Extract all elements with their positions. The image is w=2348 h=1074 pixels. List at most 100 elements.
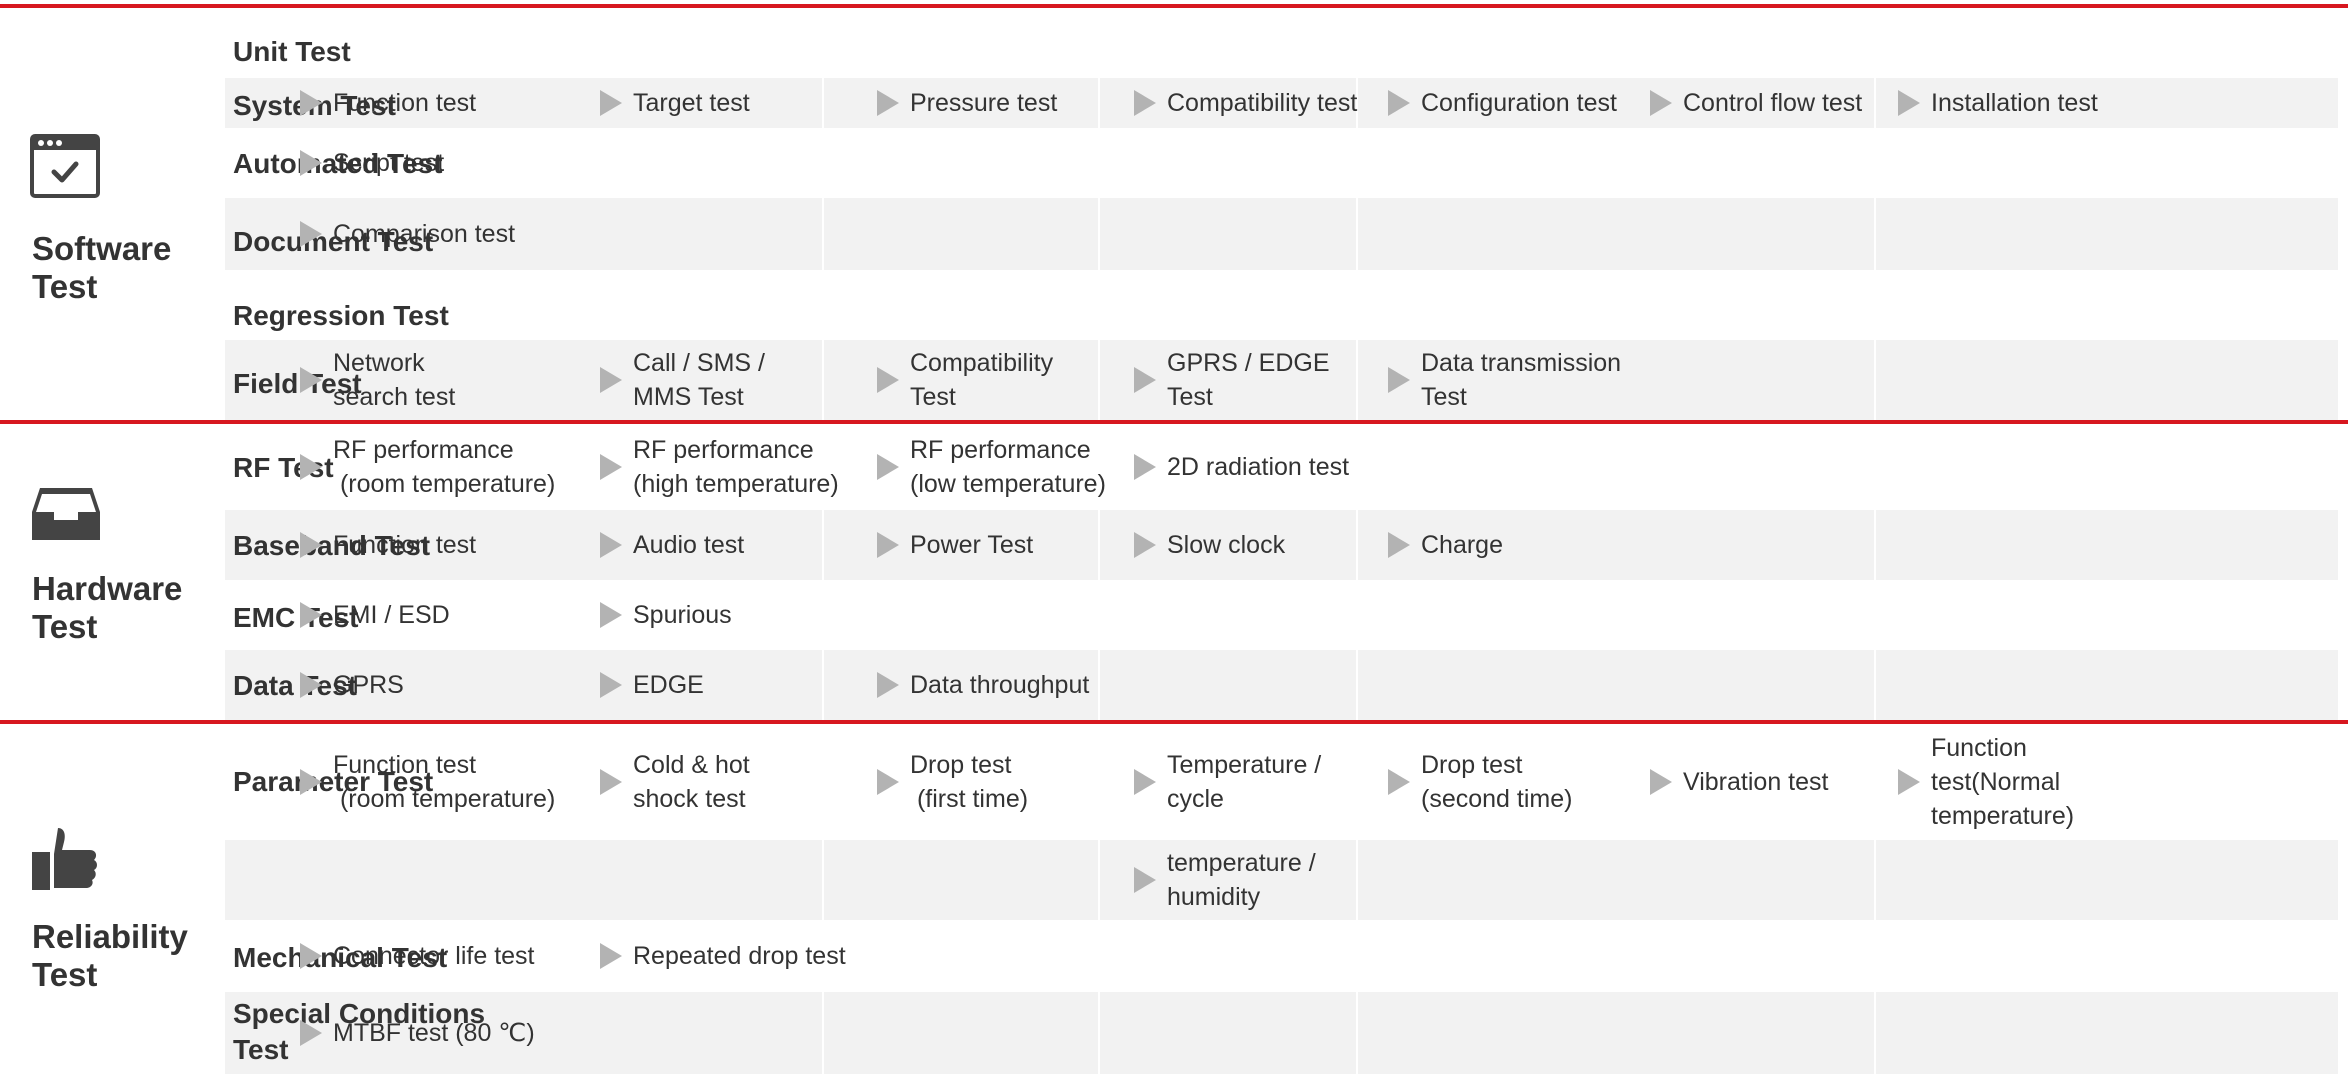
triangle-bullet-icon [300,943,322,969]
triangle-bullet-icon [1388,532,1410,558]
test-item-label: Script test [333,149,445,177]
triangle-bullet-icon [600,672,622,698]
triangle-bullet-icon [300,221,322,247]
triangle-bullet-icon [600,769,622,795]
table-row: Data Test GPRS EDGE Data throughput [225,650,2338,720]
triangle-bullet-icon [300,454,322,480]
test-item-label: Drop test (first time) [910,751,1029,813]
test-item-label: Repeated drop test [633,942,846,970]
triangle-bullet-icon [1134,90,1156,116]
column-divider [1356,198,1358,270]
browser-check-icon [30,134,100,203]
triangle-bullet-icon [600,602,622,628]
table-row: Document Test Comparison test [225,198,2338,270]
inbox-tray-icon [30,486,102,547]
software-section-title: Software Test [32,230,172,305]
test-item-label: GPRS [333,671,404,699]
triangle-bullet-icon [1388,367,1410,393]
triangle-bullet-icon [600,367,622,393]
thumbs-up-icon [30,824,102,899]
column-divider [1874,650,1876,720]
table-row: Mechanical Test Connector life test Repeat… [225,920,2338,992]
column-divider [1874,992,1876,1074]
column-divider [822,510,824,580]
test-item-label: EDGE [633,671,704,699]
table-row: Field Test Network search test Call / SMS … [225,340,2338,420]
test-item-label: Vibration test [1683,768,1829,796]
test-item-label: Function test(Normal temperature) [1931,734,2075,830]
triangle-bullet-icon [1134,367,1156,393]
triangle-bullet-icon [300,769,322,795]
test-item-label: Network search test [333,349,456,411]
table-row: Automated Test Script test [225,128,2338,198]
triangle-bullet-icon [877,454,899,480]
triangle-bullet-icon [600,943,622,969]
test-item-label: Function test [333,531,477,559]
triangle-bullet-icon [1134,769,1156,795]
column-divider [1098,78,1100,128]
test-item-label: 2D radiation test [1167,453,1350,481]
test-item-label: Control flow test [1683,89,1863,117]
column-divider [822,650,824,720]
column-divider [1098,340,1100,420]
test-item-label: Power Test [910,531,1034,559]
column-divider [822,340,824,420]
column-divider [1356,650,1358,720]
software-section-label: Software Test [0,8,222,420]
column-divider [1098,198,1100,270]
test-item-label: Data throughput [910,671,1090,699]
hardware-section-label: Hardware Test [0,424,222,720]
triangle-bullet-icon [1388,769,1410,795]
triangle-bullet-icon [1388,90,1410,116]
triangle-bullet-icon [1898,90,1920,116]
test-item-label: Cold & hot shock test [633,751,750,813]
column-divider [822,840,824,920]
column-divider [1356,992,1358,1074]
test-item-label: Configuration test [1421,89,1617,117]
table-row: System Test Function test Target test Press… [225,78,2338,128]
table-row: Special Conditions Test MTBF test (80 ℃) [225,992,2338,1074]
reliability-section-label: Reliability Test [0,724,222,1074]
column-divider [1098,992,1100,1074]
table-row: RF Test RF performance (room temperature)… [225,424,2338,510]
test-item-label: Drop test (second time) [1421,751,1573,813]
test-item-label: Charge [1421,531,1503,559]
test-item-label: Target test [633,89,750,117]
triangle-bullet-icon [1650,769,1672,795]
table-row: EMC Test EMI / ESD Spurious [225,580,2338,650]
test-item-label: Slow clock [1167,531,1286,559]
table-row: Parameter Test Function test (room temper… [225,724,2338,840]
test-item-label: Data transmission Test [1421,349,1622,411]
test-item-label: Compatibility Test [910,349,1054,411]
test-item-label: Temperature / cycle [1167,751,1322,813]
triangle-bullet-icon [600,454,622,480]
column-divider [1356,510,1358,580]
test-item-label: Pressure test [910,89,1058,117]
triangle-bullet-icon [877,769,899,795]
triangle-bullet-icon [1134,454,1156,480]
column-divider [822,198,824,270]
row-label: Regression Test [233,300,449,331]
test-item-label: Compatibility test [1167,89,1358,117]
triangle-bullet-icon [300,150,322,176]
triangle-bullet-icon [877,367,899,393]
table-row: Baseband Test Function test Audio test Powe… [225,510,2338,580]
triangle-bullet-icon [877,672,899,698]
column-divider [1874,78,1876,128]
test-item-label: RF performance (room temperature) [333,436,556,498]
table-row: Regression Test [225,270,2338,340]
test-item-label: temperature / humidity [1167,849,1316,911]
triangle-bullet-icon [300,367,322,393]
test-item-label: Connector life test [333,942,535,970]
test-item-label: Function test [333,89,477,117]
triangle-bullet-icon [600,90,622,116]
triangle-bullet-icon [600,532,622,558]
column-divider [822,78,824,128]
test-item-label: Audio test [633,531,745,559]
column-divider [1356,840,1358,920]
hardware-section-title: Hardware Test [32,570,183,645]
triangle-bullet-icon [1898,769,1920,795]
column-divider [1874,198,1876,270]
table-row: temperature / humidity [225,840,2338,920]
triangle-bullet-icon [1650,90,1672,116]
